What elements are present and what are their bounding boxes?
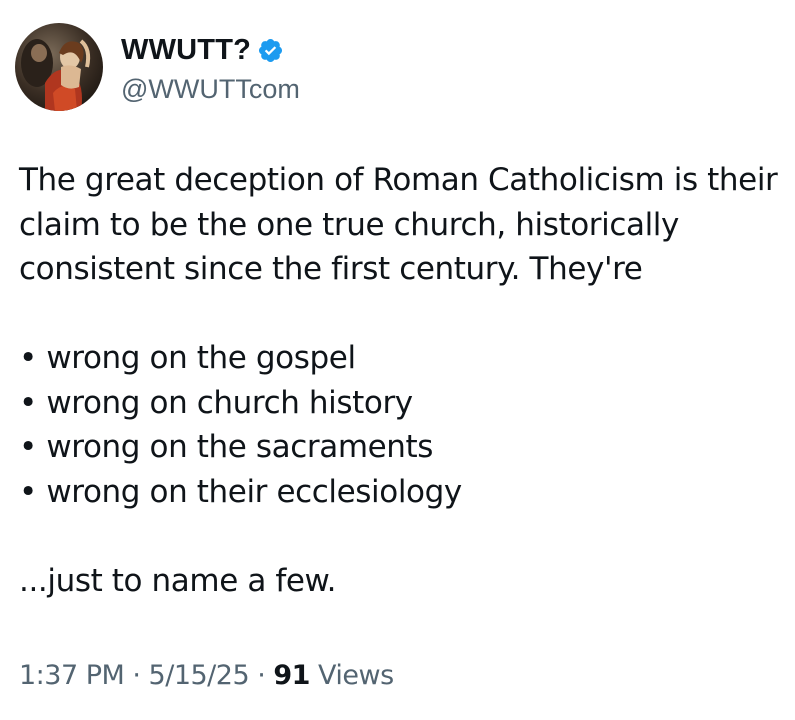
meta-separator: · <box>249 660 274 691</box>
bullet-item: • wrong on church history <box>19 384 413 421</box>
tweet-text: The great deception of Roman Catholicism… <box>19 158 779 603</box>
meta-separator: · <box>124 660 149 691</box>
avatar[interactable] <box>15 23 103 111</box>
tweet-outro: ...just to name a few. <box>19 562 337 599</box>
views-label: Views <box>309 660 394 691</box>
display-name-row: WWUTT? <box>121 30 300 72</box>
author-names: WWUTT? @WWUTTcom <box>121 30 300 105</box>
classical-painting-avatar-icon <box>15 23 103 111</box>
bullet-item: • wrong on the sacraments <box>19 429 434 465</box>
bullet-item: • wrong on their ecclesiology <box>19 473 462 510</box>
tweet-intro: The great deception of Roman Catholicism… <box>19 162 778 287</box>
bullet-item: • wrong on the gospel <box>19 340 356 376</box>
tweet-time[interactable]: 1:37 PM <box>19 660 125 691</box>
tweet-header: WWUTT? @WWUTTcom <box>15 22 300 112</box>
views-count[interactable]: 91 <box>273 660 310 691</box>
verified-badge-icon <box>257 37 284 64</box>
tweet-date[interactable]: 5/15/25 <box>149 660 250 691</box>
author-handle[interactable]: @WWUTTcom <box>121 74 300 105</box>
display-name[interactable]: WWUTT? <box>121 34 251 67</box>
tweet-meta: 1:37 PM · 5/15/25 · 91 Views <box>19 660 394 691</box>
